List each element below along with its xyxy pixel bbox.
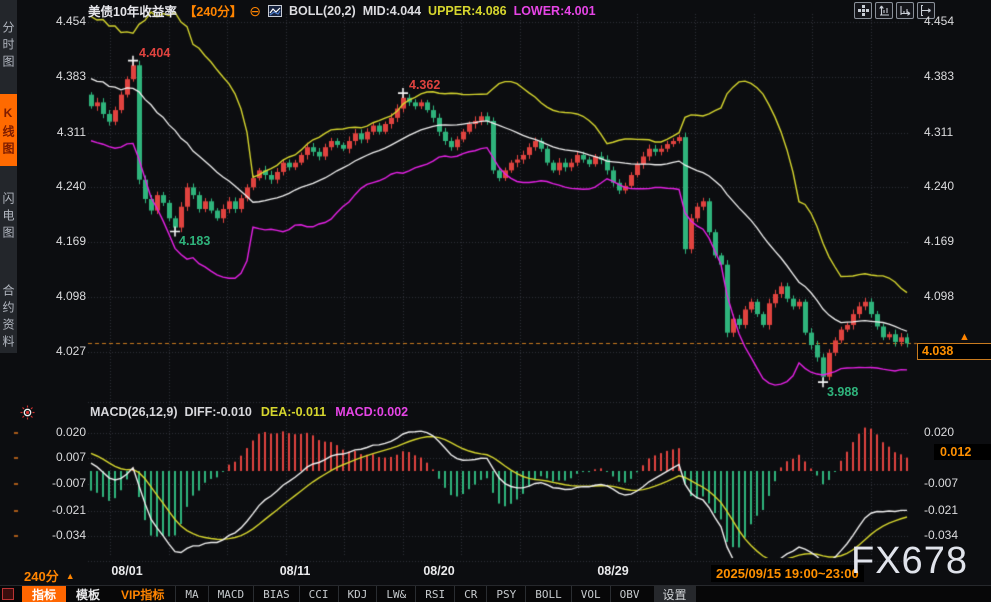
window-toolbar bbox=[854, 2, 935, 19]
price-axis-label-right: 4.169 bbox=[924, 234, 980, 248]
tab-PSY[interactable]: PSY bbox=[486, 586, 525, 602]
sidebar-tab-3[interactable]: 闪电图 bbox=[0, 176, 17, 254]
macd-axis-label-right: 0.020 bbox=[924, 425, 980, 439]
macd-axis-label-left: 0.007 bbox=[34, 450, 86, 464]
macd-axis-label-left: -0.021 bbox=[34, 503, 86, 517]
boll-mid-value: MID:4.044 bbox=[363, 4, 421, 18]
sidebar-tab-2[interactable]: K线图 bbox=[0, 94, 17, 166]
x-axis-date-label: 08/29 bbox=[587, 564, 639, 578]
price-axis-label-right: 4.311 bbox=[924, 125, 980, 139]
tab-MACD[interactable]: MACD bbox=[208, 586, 254, 602]
indicator-chart-icon bbox=[268, 5, 282, 17]
tab-BIAS[interactable]: BIAS bbox=[253, 586, 299, 602]
price-axis-label-left: 4.240 bbox=[34, 179, 86, 193]
tab-KDJ[interactable]: KDJ bbox=[338, 586, 377, 602]
price-axis-label-left: 4.383 bbox=[34, 69, 86, 83]
period-label[interactable]: 【240分】 bbox=[184, 1, 242, 20]
price-up-arrow-icon: ▲ bbox=[959, 331, 970, 343]
tab-指标[interactable]: 指标 bbox=[22, 586, 66, 602]
tab-设置[interactable]: 设置 bbox=[654, 586, 696, 602]
symbol-title: 美债10年收益率 bbox=[88, 1, 177, 20]
macd-title: MACD(26,12,9) DIFF:-0.010 bbox=[90, 405, 252, 419]
price-axis-label-left: 4.027 bbox=[34, 344, 86, 358]
tab-OBV[interactable]: OBV bbox=[610, 586, 649, 602]
watermark: FX678 bbox=[851, 540, 968, 583]
macd-axis-label-right: -0.007 bbox=[924, 476, 980, 490]
boll-label: BOLL(20,2) bbox=[289, 4, 356, 18]
tab-MA[interactable]: MA bbox=[175, 586, 207, 602]
indicator-settings-icon[interactable] bbox=[20, 405, 35, 425]
macd-axis-label-left: -0.034 bbox=[34, 528, 86, 542]
kline-chart-window: 美债10年收益率 【240分】 ⊖ BOLL(20,2) MID:4.044 U… bbox=[0, 0, 991, 602]
pan-icon[interactable] bbox=[854, 2, 872, 19]
price-axis-label-left: 4.098 bbox=[34, 289, 86, 303]
sidebar-tab-4[interactable]: 合约资料 bbox=[0, 264, 17, 368]
macd-axis-label-left: -0.007 bbox=[34, 476, 86, 490]
macd-macd-value: MACD:0.002 bbox=[335, 405, 408, 419]
boll-lower-value: LOWER:4.001 bbox=[514, 4, 596, 18]
price-axis-label-left: 4.169 bbox=[34, 234, 86, 248]
price-axis-label-right: 4.454 bbox=[924, 14, 980, 28]
period-selector[interactable]: 240分 ▲ bbox=[24, 566, 75, 585]
macd-axis-label-right: -0.034 bbox=[924, 528, 980, 542]
session-time-label: 2025/09/15 19:00~23:00 bbox=[711, 565, 864, 582]
tab-RSI[interactable]: RSI bbox=[415, 586, 454, 602]
macd-axis-label-left: 0.020 bbox=[34, 425, 86, 439]
x-axis-date-label: 08/01 bbox=[101, 564, 153, 578]
macd-header: MACD(26,12,9) DIFF:-0.010 DEA:-0.011 MAC… bbox=[90, 405, 408, 419]
scale-x-axis-icon[interactable] bbox=[896, 2, 914, 19]
price-axis-label-left: 4.311 bbox=[34, 125, 86, 139]
sidebar-tab-1[interactable]: 分时图 bbox=[0, 4, 17, 84]
extreme-price-annotation: 4.362 bbox=[409, 78, 440, 92]
tab-CCI[interactable]: CCI bbox=[299, 586, 338, 602]
tab-模板[interactable]: 模板 bbox=[66, 586, 110, 602]
x-axis-date-label: 08/11 bbox=[269, 564, 321, 578]
price-axis-label-right: 4.240 bbox=[924, 179, 980, 193]
tab-VOL[interactable]: VOL bbox=[571, 586, 610, 602]
app-logo-icon[interactable] bbox=[2, 588, 14, 600]
period-text: 240分 bbox=[24, 566, 59, 585]
price-axis-label-left: 4.454 bbox=[34, 14, 86, 28]
macd-axis-label-right: -0.021 bbox=[924, 503, 980, 517]
price-axis-label-right: 4.098 bbox=[924, 289, 980, 303]
chart-header: 美债10年收益率 【240分】 ⊖ BOLL(20,2) MID:4.044 U… bbox=[88, 1, 596, 20]
macd-dea-value: DEA:-0.011 bbox=[261, 405, 326, 419]
tab-CR[interactable]: CR bbox=[454, 586, 486, 602]
extreme-price-annotation: 4.404 bbox=[139, 46, 170, 60]
x-axis-date-label: 08/20 bbox=[413, 564, 465, 578]
chart-mode-sidebar: 分时图K线图闪电图合约资料 bbox=[0, 0, 17, 353]
extreme-price-annotation: 4.183 bbox=[179, 234, 210, 248]
macd-diff-value: DIFF:-0.010 bbox=[184, 405, 251, 419]
indicator-tab-bar: 指标模板VIP指标MAMACDBIASCCIKDJLW&RSICRPSYBOLL… bbox=[0, 585, 991, 602]
price-axis-label-right: 4.383 bbox=[924, 69, 980, 83]
tab-LW&[interactable]: LW& bbox=[376, 586, 415, 602]
period-up-arrow-icon: ▲ bbox=[66, 571, 75, 581]
boll-upper-value: UPPER:4.086 bbox=[428, 4, 507, 18]
tab-BOLL[interactable]: BOLL bbox=[525, 586, 571, 602]
extreme-price-annotation: 3.988 bbox=[827, 385, 858, 399]
tab-VIP指标[interactable]: VIP指标 bbox=[110, 586, 175, 602]
macd-current-value-box: 0.012 bbox=[934, 444, 991, 460]
chart-canvas[interactable] bbox=[0, 0, 991, 602]
scale-y-axis-icon[interactable] bbox=[875, 2, 893, 19]
last-price-box: 4.038 bbox=[917, 343, 991, 360]
collapse-indicator-icon[interactable]: ⊖ bbox=[249, 6, 261, 16]
